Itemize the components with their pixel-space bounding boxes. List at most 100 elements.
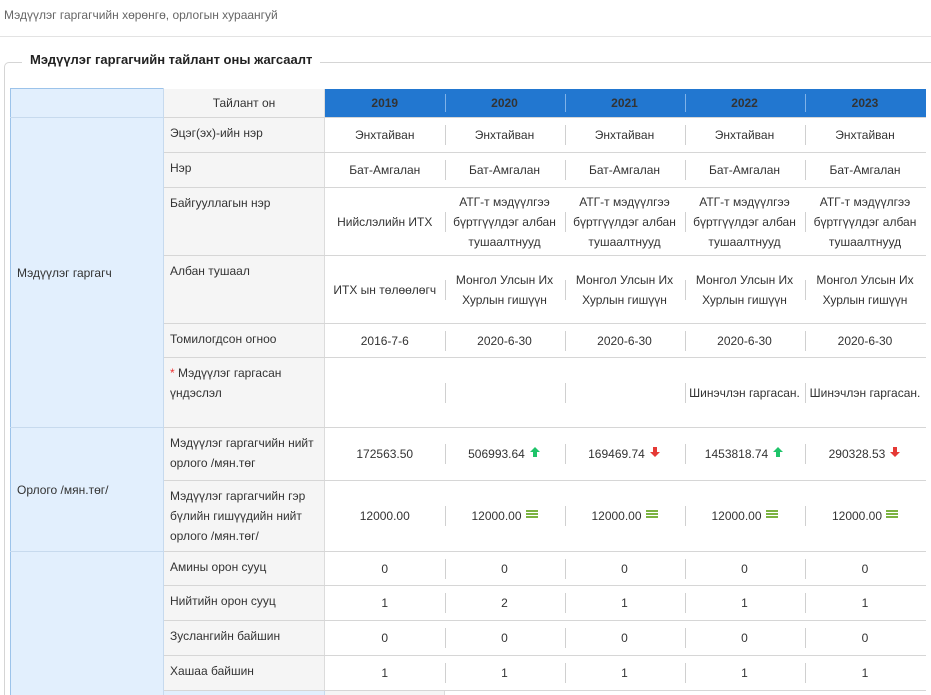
value-cell: Шинэчлэн гаргасан.: [804, 357, 926, 428]
value-cell: 2016-7-6: [324, 323, 445, 358]
required-marker: *: [170, 366, 175, 380]
table-row: Мэдүүлэг гаргагч Эцэг(эх)-ийн нэр Энхтайва…: [10, 117, 926, 428]
cell-value: 1: [501, 666, 508, 680]
cell-value: 2020-6-30: [477, 333, 532, 348]
value-cell: Монгол Улсын Их Хурлын гишүүн: [804, 255, 926, 324]
cell-value: 290328.53: [828, 446, 886, 461]
cell-value: 12000.00: [711, 508, 762, 523]
value-cell: Бат-Амгалан: [804, 152, 926, 188]
cell-value: Бат-Амгалан: [708, 163, 781, 177]
value-cell: 1: [804, 585, 926, 621]
cell-value: Бат-Амгалан: [468, 163, 541, 177]
equal-icon: [886, 506, 899, 526]
cell-value: Бат-Амгалан: [829, 163, 901, 177]
value-cell: 172563.50: [324, 427, 445, 481]
cell-value: АТГ-т мэдүүлгээ бүртгүүлдэг албан тушаал…: [693, 194, 796, 249]
group-cell-continued: [163, 690, 325, 695]
arrow-up-icon: [772, 444, 784, 464]
row-label-father_name: Эцэг(эх)-ийн нэр: [163, 117, 325, 153]
row-label-text: Эцэг(эх)-ийн нэр: [170, 126, 263, 140]
row-label-text: Мэдүүлэг гаргасан үндэслэл: [170, 366, 282, 400]
arrow-down-icon: [649, 444, 661, 464]
cell-value: 2016-7-6: [360, 333, 409, 348]
equal-icon: [525, 506, 538, 526]
value-cell: АТГ-т мэдүүлгээ бүртгүүлдэг албан тушаал…: [444, 187, 565, 256]
cell-value: Энхтайван: [594, 128, 655, 142]
value-cell: [324, 357, 445, 428]
report-table: Тайлант он 2019 2020 2021 2022 2023 Мэдүүлэг г…: [10, 88, 926, 695]
cell-value: 172563.50: [356, 447, 414, 461]
value-cell: 290328.53: [804, 427, 926, 481]
value-cell: Бат-Амгалан: [324, 152, 445, 188]
value-cell: 2020-6-30: [684, 323, 805, 358]
year-header-2021[interactable]: 2021: [564, 88, 685, 118]
cell-value: 1: [861, 666, 869, 680]
row-label-org: Байгууллагын нэр: [163, 187, 325, 256]
value-cell: 0: [444, 620, 565, 656]
cell-value: Монгол Улсын Их Хурлын гишүүн: [695, 272, 794, 307]
row-label-text: Нийтийн орон сууц: [170, 594, 276, 608]
value-cell: Бат-Амгалан: [684, 152, 805, 188]
value-cell: 2020-6-30: [804, 323, 926, 358]
row-label-text: Хашаа байшин: [170, 664, 254, 678]
cell-value: 0: [861, 631, 869, 645]
row-label-appointed: Томилогдсон огноо: [163, 323, 325, 358]
row-label-text: Томилогдсон огноо: [170, 332, 277, 346]
row-label-public_housing: Нийтийн орон сууц: [163, 585, 325, 621]
value-cell: 2: [444, 585, 565, 621]
cell-value: 0: [621, 561, 628, 576]
cell-value: Энхтайван: [474, 128, 535, 142]
value-cell: Бат-Амгалан: [564, 152, 685, 188]
value-cell: [444, 690, 565, 695]
value-cell: Монгол Улсын Их Хурлын гишүүн: [564, 255, 685, 324]
row-label-reason: * Мэдүүлэг гаргасан үндэслэл: [163, 357, 325, 428]
cell-value: 0: [621, 631, 628, 645]
value-cell: [444, 357, 565, 428]
cell-value: Энхтайван: [714, 128, 775, 142]
value-cell: 2020-6-30: [564, 323, 685, 358]
cell-value: Монгол Улсын Их Хурлын гишүүн: [575, 272, 674, 307]
value-cell: 1: [324, 655, 445, 691]
value-cell: 1: [444, 655, 565, 691]
value-cell: [804, 690, 926, 695]
row-label-text: Нэр: [170, 161, 192, 175]
reporting-year-label: Тайлант он: [163, 88, 325, 118]
value-cell: 12000.00: [444, 480, 565, 552]
value-cell: 1: [324, 585, 445, 621]
cell-value: АТГ-т мэдүүлгээ бүртгүүлдэг албан тушаал…: [813, 194, 917, 249]
value-cell: ИТХ ын төлөөлөгч: [324, 255, 445, 324]
value-cell: 0: [684, 620, 805, 656]
value-cell: 0: [564, 551, 685, 586]
value-cell: Энхтайван: [324, 117, 445, 153]
value-cell: Энхтайван: [684, 117, 805, 153]
cell-value: АТГ-т мэдүүлгээ бүртгүүлдэг албан тушаал…: [573, 194, 676, 249]
value-cell: 0: [684, 551, 805, 586]
value-cell: 1: [564, 655, 685, 691]
value-cell: 1453818.74: [684, 427, 805, 481]
year-header-2023[interactable]: 2023: [804, 88, 926, 118]
value-cell: 0: [444, 551, 565, 586]
value-cell: 12000.00: [564, 480, 685, 552]
cell-value: 1: [621, 596, 628, 610]
value-cell: Шинэчлэн гаргасан.: [684, 357, 805, 428]
cell-value: Монгол Улсын Их Хурлын гишүүн: [455, 272, 554, 307]
value-cell: Монгол Улсын Их Хурлын гишүүн: [684, 255, 805, 324]
cell-value: 1: [381, 666, 389, 680]
value-cell: 1: [684, 655, 805, 691]
cell-value: 2020-6-30: [837, 333, 893, 348]
cell-value: 1453818.74: [704, 446, 769, 461]
row-label-text: Амины орон сууц: [170, 560, 267, 574]
cell-value: 506993.64: [468, 446, 525, 461]
year-header-2020[interactable]: 2020: [444, 88, 565, 118]
cell-value: 1: [741, 666, 748, 680]
cell-value: ИТХ ын төлөөлөгч: [333, 282, 437, 297]
year-header-2019[interactable]: 2019: [324, 88, 445, 118]
cell-value: 1: [741, 596, 748, 610]
value-cell: 0: [324, 551, 445, 586]
value-cell: [564, 357, 685, 428]
value-cell: Монгол Улсын Их Хурлын гишүүн: [444, 255, 565, 324]
cell-value: 0: [501, 561, 508, 576]
cell-value: 12000.00: [591, 508, 642, 523]
year-header-2022[interactable]: 2022: [684, 88, 805, 118]
cell-value: 169469.74: [588, 446, 645, 461]
